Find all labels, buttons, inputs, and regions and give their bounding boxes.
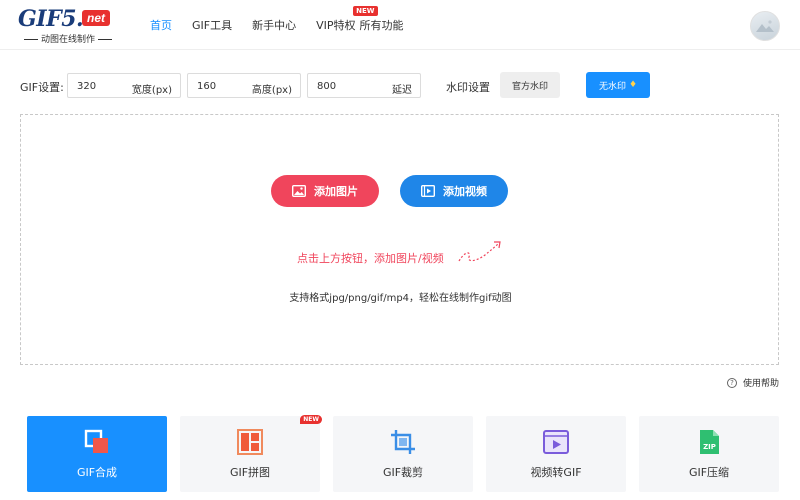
tool-card-label: GIF合成 (76, 466, 118, 479)
tool-cards: GIF合成 GIF拼图 NEW GIF裁剪 视频转GIF ZIP GIF压缩 (0, 415, 800, 500)
question-icon: ? (727, 377, 737, 388)
nav-item-vip[interactable]: VIP特权 NEW (316, 6, 378, 33)
new-badge: NEW (300, 415, 322, 424)
zip-file-icon: ZIP (700, 430, 719, 454)
crop-icon (391, 430, 415, 454)
delay-unit: 延迟 (392, 85, 412, 96)
width-unit: 宽度(px) (131, 85, 172, 96)
collage-icon (237, 429, 263, 455)
height-input[interactable]: 160 高度(px) (187, 73, 301, 98)
logo-net-badge: net (82, 10, 110, 26)
site-logo[interactable]: GIF5. net 动图在线制作 (18, 6, 118, 45)
watermark-settings-label: 水印设置 (446, 81, 490, 94)
tool-card-label: GIF拼图 (229, 466, 271, 479)
official-watermark-button[interactable]: 官方水印 (500, 72, 560, 98)
add-image-button[interactable]: 添加图片 (271, 175, 379, 207)
help-label: 使用帮助 (743, 379, 780, 389)
tool-card-label: GIF压缩 (688, 466, 730, 479)
help-link[interactable]: ? 使用帮助 (727, 376, 779, 389)
tool-card-video-to-gif[interactable]: 视频转GIF (486, 416, 626, 492)
main-nav: 首页 GIF工具 新手中心 VIP特权 NEW 所有功能 (150, 0, 424, 50)
tool-card-gif-collage[interactable]: GIF拼图 NEW (180, 415, 322, 492)
logo-subtitle: 动图在线制作 (18, 32, 118, 45)
image-icon (292, 185, 306, 197)
delay-value: 800 (317, 81, 337, 92)
no-watermark-label: 无水印 (598, 81, 626, 92)
tool-card-label: GIF裁剪 (382, 466, 424, 479)
width-value: 320 (77, 81, 97, 92)
nav-item-home[interactable]: 首页 (150, 17, 172, 33)
tool-card-gif-compress[interactable]: ZIP GIF压缩 (639, 416, 779, 492)
nav-item-gif-tools[interactable]: GIF工具 (192, 17, 232, 33)
height-value: 160 (197, 81, 217, 92)
nav-item-beginner[interactable]: 新手中心 (252, 17, 296, 33)
top-header: GIF5. net 动图在线制作 首页 GIF工具 新手中心 VIP特权 NEW… (0, 0, 800, 50)
upload-dropzone[interactable]: 添加图片 添加视频 点击上方按钮，添加图片/视频 支持格式jpg/png/gif… (20, 114, 779, 365)
film-icon (421, 185, 435, 197)
tool-card-gif-crop[interactable]: GIF裁剪 (333, 416, 473, 492)
upload-hint: 点击上方按钮，添加图片/视频 (297, 252, 444, 265)
diamond-icon: ♦ (628, 80, 638, 90)
logo-text: GIF5. (18, 6, 84, 32)
nav-item-vip-label: VIP特权 (316, 19, 356, 32)
new-badge: NEW (353, 6, 378, 16)
nav-item-all-features[interactable]: 所有功能 (360, 17, 404, 33)
gif-settings-label: GIF设置: (20, 81, 64, 94)
video-play-icon (543, 430, 569, 454)
add-video-button[interactable]: 添加视频 (400, 175, 508, 207)
supported-formats: 支持格式jpg/png/gif/mp4，轻松在线制作gif动图 (289, 293, 512, 304)
add-video-label: 添加视频 (443, 185, 487, 198)
landscape-icon (756, 20, 774, 32)
settings-row: GIF设置: 320 宽度(px) 160 高度(px) 800 延迟 水印设置… (0, 70, 800, 100)
tool-card-label: 视频转GIF (530, 466, 582, 479)
svg-text:ZIP: ZIP (703, 443, 716, 451)
avatar[interactable] (750, 11, 780, 41)
tool-card-gif-compose[interactable]: GIF合成 (27, 416, 167, 492)
no-watermark-button[interactable]: 无水印 ♦ (586, 72, 650, 98)
arrow-squiggle-icon (458, 241, 501, 262)
layers-icon (84, 429, 108, 453)
width-input[interactable]: 320 宽度(px) (67, 73, 181, 98)
height-unit: 高度(px) (251, 85, 292, 96)
delay-input[interactable]: 800 延迟 (307, 73, 421, 98)
add-image-label: 添加图片 (314, 185, 358, 198)
